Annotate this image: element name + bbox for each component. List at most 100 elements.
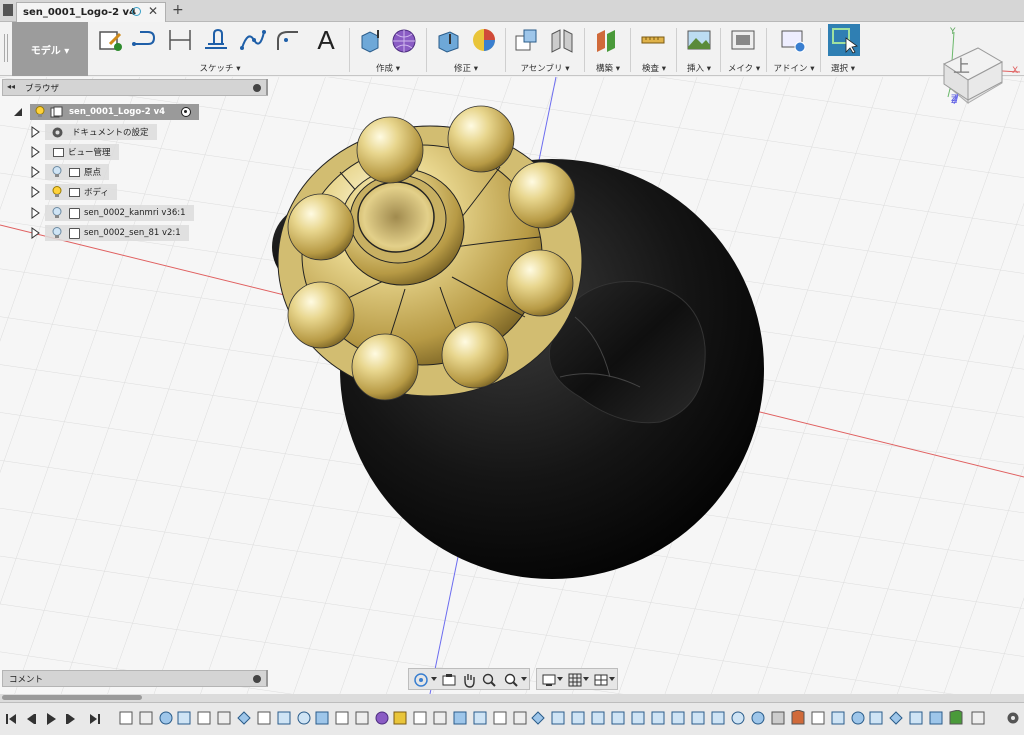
fillet-tool-icon[interactable] <box>274 26 302 54</box>
feature-sketch-icon[interactable] <box>335 711 349 725</box>
spline-tool-icon[interactable] <box>238 26 266 54</box>
timeline-scroll-thumb[interactable] <box>2 695 142 700</box>
line-tool-icon[interactable] <box>130 26 158 54</box>
offset-plane-icon[interactable] <box>593 26 621 54</box>
view-cube-face-text[interactable]: 上 <box>953 52 970 77</box>
expanded-triangle-icon[interactable] <box>12 106 24 118</box>
feature-extrude-icon[interactable] <box>671 711 685 725</box>
create-menu-label[interactable]: 作成 ▾ <box>352 62 424 74</box>
zoom-window-icon[interactable] <box>481 672 497 688</box>
feature-sketch-icon[interactable] <box>413 711 427 725</box>
step-back-icon[interactable] <box>24 712 38 726</box>
grid-settings-icon[interactable] <box>567 672 583 688</box>
comment-pin-icon[interactable] <box>253 675 261 683</box>
feature-sketch-icon[interactable] <box>355 711 369 725</box>
feature-sketch-icon[interactable] <box>811 711 825 725</box>
go-to-start-icon[interactable] <box>4 712 18 726</box>
tree-row-component-sen81[interactable]: sen_0002_sen_81 v2:1 <box>30 224 189 242</box>
gold-ball[interactable] <box>447 105 515 173</box>
collapsed-triangle-icon[interactable] <box>30 146 40 158</box>
scripts-addins-icon[interactable] <box>779 26 807 54</box>
collapsed-triangle-icon[interactable] <box>30 166 40 178</box>
feature-form-icon[interactable] <box>375 711 389 725</box>
feature-revolve-icon[interactable] <box>297 711 311 725</box>
toolbar-grip-icon[interactable] <box>4 34 8 62</box>
feature-extrude-icon[interactable] <box>177 711 191 725</box>
feature-sketch-icon[interactable] <box>139 711 153 725</box>
modify-menu-label[interactable]: 修正 ▾ <box>430 62 502 74</box>
feature-plane-icon[interactable] <box>791 710 805 725</box>
new-component-icon[interactable] <box>512 26 540 54</box>
construct-menu-label[interactable]: 構築 ▾ <box>587 62 629 74</box>
feature-sketch-icon[interactable] <box>513 711 527 725</box>
feature-revolve-icon[interactable] <box>159 711 173 725</box>
collapsed-triangle-icon[interactable] <box>30 186 40 198</box>
feature-move-icon[interactable] <box>237 711 251 725</box>
feature-sketch-icon[interactable] <box>493 711 507 725</box>
tree-row-bodies[interactable]: ボディ <box>30 183 117 201</box>
feature-extrude-icon[interactable] <box>691 711 705 725</box>
timeline-settings-gear-icon[interactable] <box>1006 711 1020 725</box>
feature-extrude-icon[interactable] <box>611 711 625 725</box>
offset-tool-icon[interactable] <box>202 26 230 54</box>
collapsed-triangle-icon[interactable] <box>30 227 40 239</box>
tree-label-container[interactable]: 原点 <box>45 164 110 180</box>
feature-combine-icon[interactable] <box>929 711 943 725</box>
lightbulb-off-icon[interactable] <box>52 207 62 219</box>
text-tool-icon[interactable]: A <box>312 26 340 54</box>
joint-icon[interactable] <box>548 26 576 54</box>
model-canvas[interactable] <box>0 77 1024 694</box>
tree-row-origin[interactable]: 原点 <box>30 163 110 181</box>
timeline-feature-strip[interactable] <box>116 710 1000 728</box>
activate-radio-icon[interactable] <box>181 107 192 117</box>
browser-resize-handle[interactable] <box>266 79 268 95</box>
feature-extrude-icon[interactable] <box>473 711 487 725</box>
feature-extrude-icon[interactable] <box>831 711 845 725</box>
feature-appearance-icon[interactable] <box>393 711 407 725</box>
feature-revolve-icon[interactable] <box>731 711 745 725</box>
sketch-menu-label[interactable]: スケッチ ▾ <box>92 62 348 74</box>
gold-ball[interactable] <box>351 333 419 401</box>
feature-revolve-icon[interactable] <box>751 711 765 725</box>
feature-revolve-icon[interactable] <box>851 711 865 725</box>
3d-viewport[interactable]: 上 Y X Z <box>0 77 1024 694</box>
tree-row-document-settings[interactable]: ドキュメントの設定 <box>30 123 157 141</box>
tree-root-label-container[interactable]: sen_0001_Logo-2 v4 <box>30 104 200 120</box>
feature-extrude-icon[interactable] <box>453 711 467 725</box>
browser-pin-icon[interactable] <box>253 84 261 92</box>
document-tab[interactable]: sen_0001_Logo-2 v4 ✕ <box>16 2 166 22</box>
chevron-down-icon[interactable] <box>583 676 589 682</box>
insert-image-icon[interactable] <box>685 26 713 54</box>
lightbulb-off-icon[interactable] <box>52 227 62 239</box>
feature-combine-icon[interactable] <box>315 711 329 725</box>
tree-root-row[interactable]: sen_0001_Logo-2 v4 <box>12 103 200 121</box>
feature-extrude-icon[interactable] <box>651 711 665 725</box>
make-menu-label[interactable]: メイク ▾ <box>723 62 765 74</box>
close-tab-icon[interactable]: ✕ <box>148 4 158 18</box>
feature-extrude-icon[interactable] <box>591 711 605 725</box>
feature-sketch-icon[interactable] <box>971 711 985 725</box>
collapsed-triangle-icon[interactable] <box>30 126 40 138</box>
timeline-scroll-strip[interactable] <box>0 694 1024 702</box>
go-to-end-icon[interactable] <box>88 712 102 726</box>
lightbulb-on-icon[interactable] <box>52 186 62 198</box>
gold-ball[interactable] <box>287 193 355 261</box>
feature-extrude-icon[interactable] <box>277 711 291 725</box>
workspace-switcher-button[interactable]: モデル ▾ <box>12 22 88 76</box>
browser-collapse-icon[interactable]: ◂◂ <box>7 82 15 91</box>
feature-move-icon[interactable] <box>889 711 903 725</box>
viewports-icon[interactable] <box>593 672 609 688</box>
feature-extrude-icon[interactable] <box>909 711 923 725</box>
feature-joint-icon[interactable] <box>771 711 785 725</box>
gold-ball[interactable] <box>506 249 574 317</box>
chevron-down-icon[interactable] <box>431 676 437 682</box>
tree-label-container[interactable]: ビュー管理 <box>45 144 119 160</box>
extrude-icon[interactable] <box>356 26 384 54</box>
play-icon[interactable] <box>44 712 58 726</box>
tree-row-component-kanmri[interactable]: sen_0002_kanmri v36:1 <box>30 204 194 222</box>
press-pull-icon[interactable] <box>434 26 462 54</box>
tree-label-container[interactable]: ボディ <box>45 184 117 200</box>
gold-ball[interactable] <box>287 281 355 349</box>
feature-sketch-icon[interactable] <box>119 711 133 725</box>
feature-extrude-icon[interactable] <box>551 711 565 725</box>
